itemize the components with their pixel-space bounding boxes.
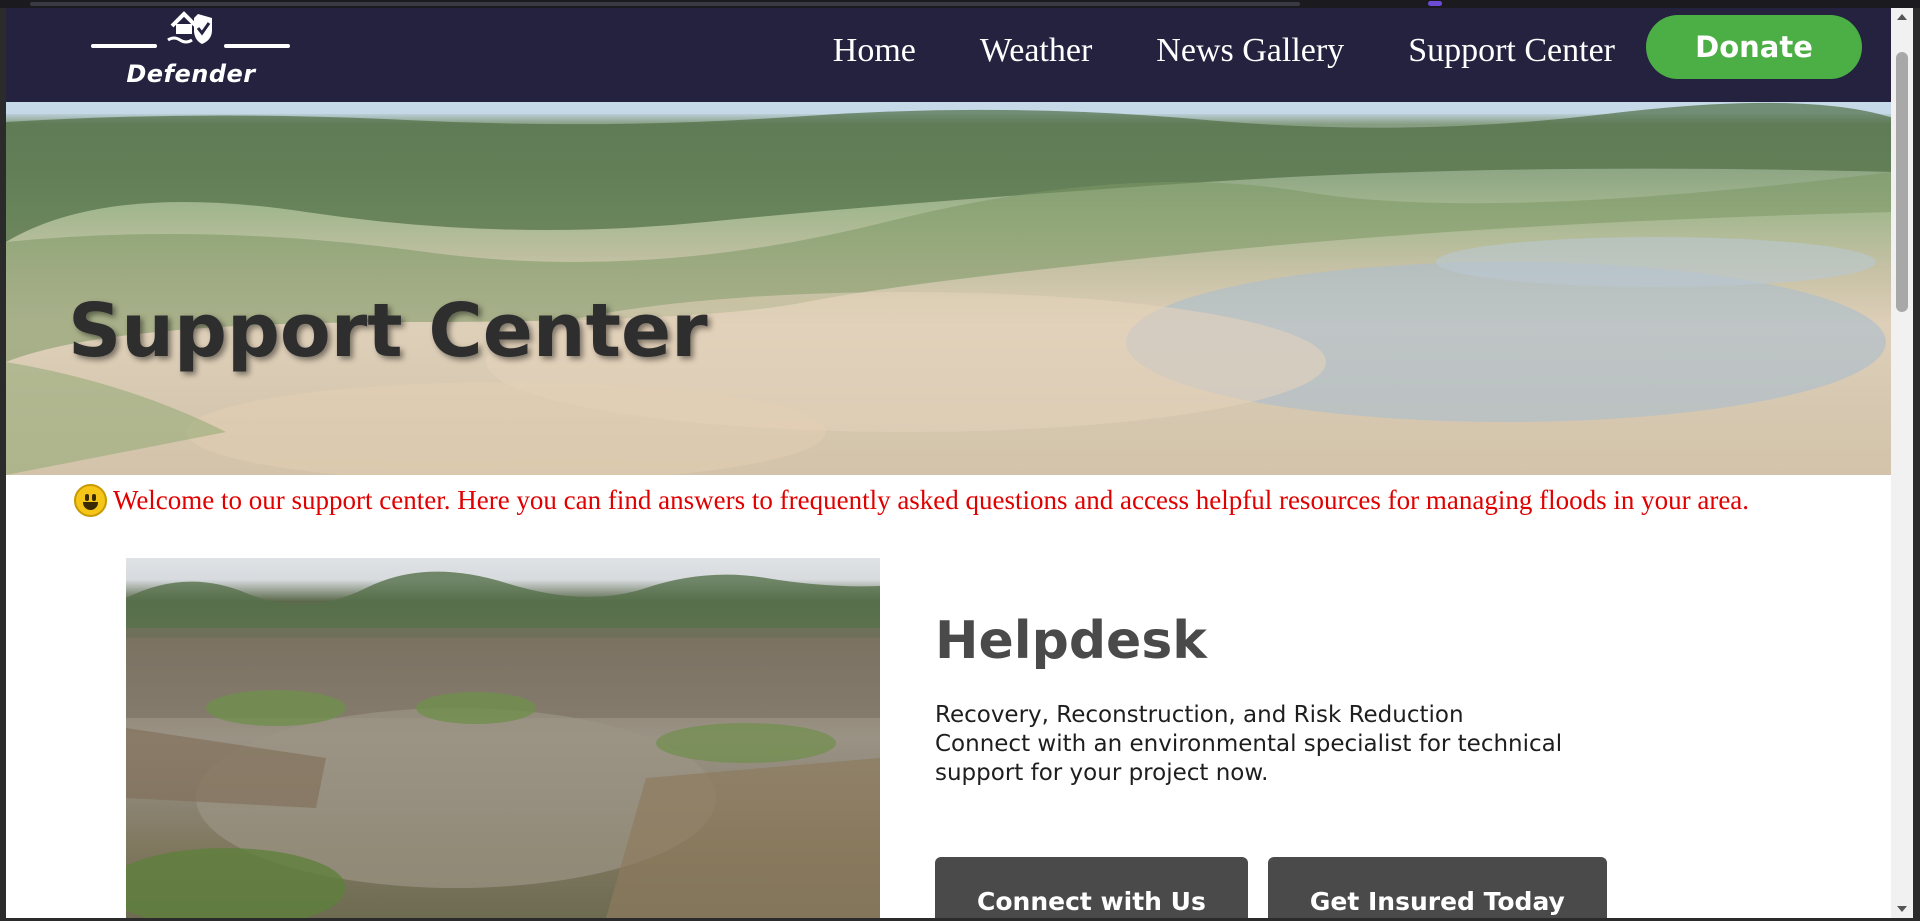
helpdesk-description: Recovery, Reconstruction, and Risk Reduc… [935, 701, 1615, 788]
hero-banner: Support Center [6, 102, 1893, 475]
connect-with-us-button[interactable]: Connect with Us [935, 857, 1248, 918]
nav-news-gallery[interactable]: News Gallery [1124, 22, 1376, 80]
scrollbar-thumb[interactable] [1896, 52, 1908, 312]
browser-indicator [1428, 1, 1442, 6]
flood-damage-photo [126, 558, 880, 918]
scroll-down-icon[interactable] [1897, 906, 1907, 912]
house-shield-wave-icon [167, 11, 212, 44]
marquee-text: Welcome to our support center. Here you … [113, 485, 1750, 515]
page-viewport: Defender Home Weather News Gallery Suppo… [6, 8, 1893, 918]
browser-top-strip [0, 0, 1920, 8]
helpdesk-section: Helpdesk Recovery, Reconstruction, and R… [935, 611, 1615, 788]
logo-line-left [91, 44, 157, 48]
helpdesk-title: Helpdesk [935, 611, 1207, 671]
brand-name: Defender [126, 60, 256, 88]
helpdesk-line-1: Recovery, Reconstruction, and Risk Reduc… [935, 702, 1464, 728]
scroll-up-icon[interactable] [1897, 14, 1907, 20]
nav-support-center[interactable]: Support Center [1376, 22, 1647, 80]
helpdesk-line-2: Connect with an environmental specialist… [935, 731, 1563, 786]
nav-home[interactable]: Home [801, 22, 948, 80]
get-insured-button[interactable]: Get Insured Today [1267, 857, 1607, 918]
page-scrollbar[interactable] [1891, 8, 1913, 918]
helpdesk-actions: Connect with Us Get Insured Today [935, 857, 1607, 918]
grinning-face-icon [74, 484, 107, 517]
nav-links: Home Weather News Gallery Support Center [801, 22, 1647, 80]
logo-line-right [224, 44, 290, 48]
hero-title: Support Center [68, 288, 708, 374]
browser-tab-bar [30, 2, 1300, 6]
donate-button[interactable]: Donate [1646, 15, 1862, 79]
welcome-marquee: Welcome to our support center. Here you … [6, 480, 1893, 522]
brand-logo[interactable]: Defender [86, 8, 296, 100]
nav-weather[interactable]: Weather [948, 22, 1124, 80]
navbar: Defender Home Weather News Gallery Suppo… [6, 8, 1893, 102]
